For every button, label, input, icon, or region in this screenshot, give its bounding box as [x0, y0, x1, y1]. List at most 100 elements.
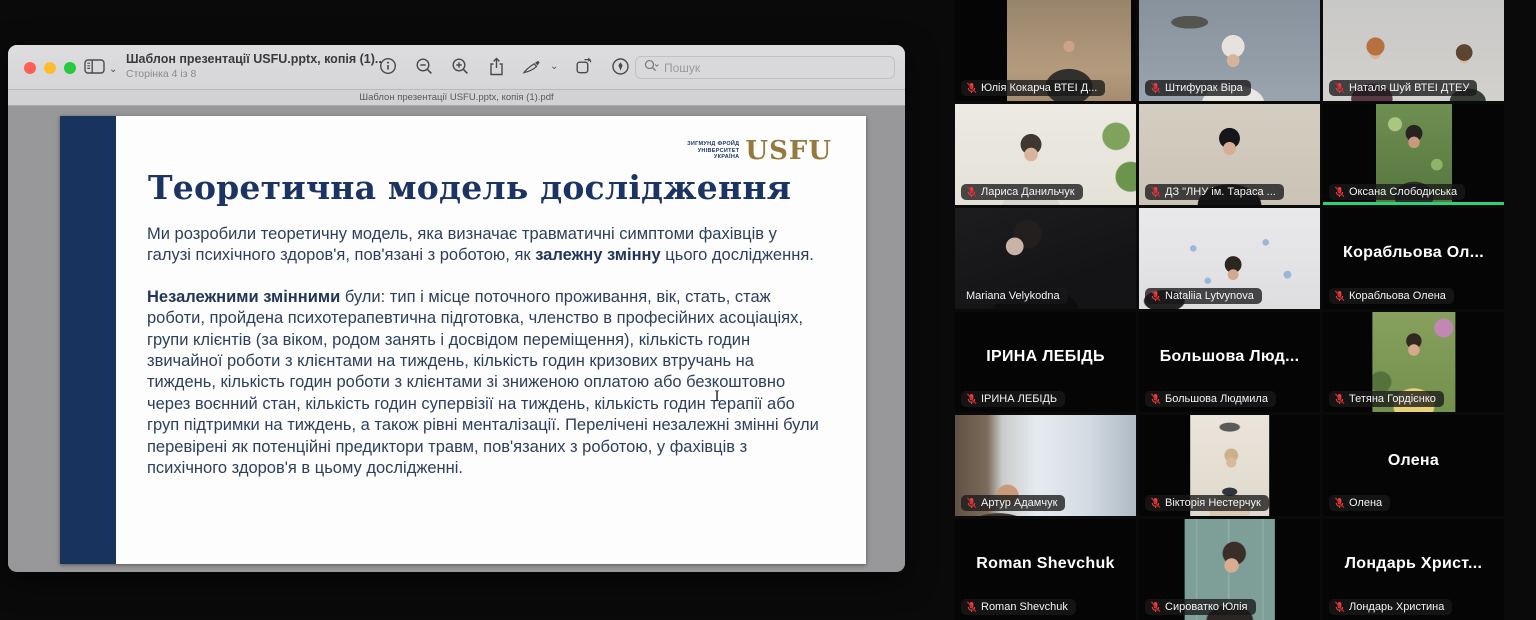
pdf-viewer-area: ЗИГМУНД ФРОЙД УНІВЕРСИТЕТ УКРАЇНА USFU Т…	[8, 106, 905, 571]
participant-name-text: Наталя Шуй ВТЕІ ДТЕУ	[1349, 82, 1469, 94]
chevron-down-icon: ⌄	[109, 64, 117, 75]
participants-grid: Юлія Кокарча ВТЕІ Д... Штифурак Віра Натал…	[955, 0, 1504, 620]
muted-mic-icon	[1150, 497, 1161, 509]
traffic-lights	[24, 62, 76, 74]
window-titlebar[interactable]: ⌄ Шаблон презентації USFU.pptx, копія (1…	[8, 45, 905, 90]
minimize-button[interactable]	[44, 62, 56, 74]
sidebar-icon	[84, 58, 105, 80]
participant-name-text: Nataliia Lytvynova	[1165, 290, 1254, 302]
search-icon	[644, 59, 659, 77]
muted-mic-icon	[1150, 601, 1161, 613]
zoom-in-button[interactable]	[450, 56, 470, 76]
participant-tile[interactable]: Тетяна Гордієнко	[1323, 312, 1504, 413]
participant-tile[interactable]: Большова Люд... Большова Людмила	[1139, 312, 1320, 413]
participant-name-text: Юлія Кокарча ВТЕІ Д...	[981, 82, 1097, 94]
participant-name-label: Юлія Кокарча ВТЕІ Д...	[961, 80, 1105, 96]
participant-name-label: Nataliia Lytvynova	[1145, 288, 1262, 304]
muted-mic-icon	[1334, 497, 1345, 509]
participant-name-text: Олена	[1349, 497, 1382, 509]
participant-center-name: Большова Люд...	[1139, 348, 1320, 366]
usfu-logo: ЗИГМУНД ФРОЙД УНІВЕРСИТЕТ УКРАЇНА USFU	[687, 136, 832, 166]
participant-name-label: Большова Людмила	[1145, 391, 1276, 407]
participant-name-label: Лариса Данильчук	[961, 184, 1083, 200]
search-field[interactable]	[635, 56, 895, 79]
participant-name-text: ДЗ "ЛНУ ім. Тараса ...	[1165, 186, 1276, 198]
participant-center-name: Корабльова Ол...	[1323, 244, 1504, 262]
participant-tile[interactable]: Сироватко Юлія	[1139, 519, 1320, 620]
close-button[interactable]	[24, 62, 36, 74]
muted-mic-icon	[1334, 601, 1345, 613]
participant-tile[interactable]: Лондарь Христ... Лондарь Христина	[1323, 519, 1504, 620]
participant-name-label: Mariana Velykodna	[961, 288, 1068, 304]
participant-name-text: Тетяна Гордієнко	[1349, 393, 1436, 405]
slide-page: ЗИГМУНД ФРОЙД УНІВЕРСИТЕТ УКРАЇНА USFU Т…	[60, 116, 866, 564]
muted-mic-icon	[966, 186, 977, 198]
muted-mic-icon	[1150, 290, 1161, 302]
muted-mic-icon	[966, 497, 977, 509]
participant-name-label: ІРИНА ЛЕБІДЬ	[961, 391, 1065, 407]
participant-name-label: Оксана Слободиська	[1329, 184, 1465, 200]
filename-strip: Шаблон презентації USFU.pptx, копія (1).…	[8, 90, 905, 106]
participant-tile[interactable]: Оксана Слободиська	[1323, 104, 1504, 205]
highlight-button[interactable]	[610, 56, 630, 76]
participant-name-label: Тетяна Гордієнко	[1329, 391, 1444, 407]
rotate-button[interactable]	[574, 56, 594, 76]
info-button[interactable]	[378, 56, 398, 76]
participant-name-text: Лондарь Христина	[1349, 601, 1444, 613]
slide-title: Теоретична модель дослідження	[148, 168, 848, 207]
markup-pen-button[interactable]	[522, 56, 542, 76]
muted-mic-icon	[966, 601, 977, 613]
participant-tile[interactable]: Юлія Кокарча ВТЕІ Д...	[955, 0, 1136, 101]
muted-mic-icon	[1150, 393, 1161, 405]
participant-name-text: Вікторія Нестерчук	[1165, 497, 1261, 509]
participant-name-label: Наталя Шуй ВТЕІ ДТЕУ	[1329, 80, 1477, 96]
participant-name-label: Вікторія Нестерчук	[1145, 495, 1269, 511]
participant-tile[interactable]: Наталя Шуй ВТЕІ ДТЕУ	[1323, 0, 1504, 101]
participant-name-text: Корабльова Олена	[1349, 290, 1446, 302]
participant-tile[interactable]: Roman ShevchukRoman Shevchuk	[955, 519, 1136, 620]
participant-name-text: Большова Людмила	[1165, 393, 1268, 405]
participant-center-name: Лондарь Христ...	[1323, 555, 1504, 573]
participant-tile[interactable]: ІРИНА ЛЕБІДЬ ІРИНА ЛЕБІДЬ	[955, 312, 1136, 413]
participant-tile[interactable]: Артур Адамчук	[955, 415, 1136, 516]
participant-name-label: Корабльова Олена	[1329, 288, 1454, 304]
participant-tile[interactable]: Mariana Velykodna	[955, 208, 1136, 309]
participant-name-label: Артур Адамчук	[961, 495, 1065, 511]
participant-name-label: Roman Shevchuk	[961, 599, 1076, 615]
muted-mic-icon	[966, 393, 977, 405]
sidebar-toggle-button[interactable]: ⌄	[84, 58, 117, 80]
muted-mic-icon	[1334, 393, 1345, 405]
participant-name-text: Сироватко Юлія	[1165, 601, 1248, 613]
participant-name-text: Mariana Velykodna	[966, 290, 1060, 302]
participant-tile[interactable]: Лариса Данильчук	[955, 104, 1136, 205]
muted-mic-icon	[1150, 82, 1161, 94]
muted-mic-icon	[1334, 82, 1345, 94]
muted-mic-icon	[966, 82, 977, 94]
markup-chevron-icon[interactable]: ⌄	[550, 61, 558, 72]
logo-line: УКРАЇНА	[687, 154, 739, 161]
participant-name-label: Лондарь Христина	[1329, 599, 1452, 615]
participant-tile[interactable]: Вікторія Нестерчук	[1139, 415, 1320, 516]
share-button[interactable]	[486, 56, 506, 76]
logo-line: ЗИГМУНД ФРОЙД	[687, 141, 739, 148]
participant-tile[interactable]: Олена Олена	[1323, 415, 1504, 516]
participant-name-text: ІРИНА ЛЕБІДЬ	[981, 393, 1057, 405]
fullscreen-button[interactable]	[64, 62, 76, 74]
participant-tile[interactable]: Корабльова Ол... Корабльова Олена	[1323, 208, 1504, 309]
muted-mic-icon	[1150, 186, 1161, 198]
participant-name-text: Артур Адамчук	[981, 497, 1057, 509]
participant-tile[interactable]: Nataliia Lytvynova	[1139, 208, 1320, 309]
participant-name-text: Лариса Данильчук	[981, 186, 1075, 198]
muted-mic-icon	[1334, 186, 1345, 198]
participant-name-label: ДЗ "ЛНУ ім. Тараса ...	[1145, 184, 1284, 200]
page-indicator: Сторінка 4 із 8	[126, 68, 381, 80]
search-input[interactable]	[664, 61, 886, 75]
zoom-out-button[interactable]	[414, 56, 434, 76]
participant-center-name: ІРИНА ЛЕБІДЬ	[955, 348, 1136, 366]
participant-tile[interactable]: Штифурак Віра	[1139, 0, 1320, 101]
participant-tile[interactable]: ДЗ "ЛНУ ім. Тараса ...	[1139, 104, 1320, 205]
participant-name-text: Оксана Слободиська	[1349, 186, 1457, 198]
participant-name-text: Roman Shevchuk	[981, 601, 1068, 613]
participant-name-label: Штифурак Віра	[1145, 80, 1251, 96]
participant-center-name: Олена	[1323, 452, 1504, 470]
